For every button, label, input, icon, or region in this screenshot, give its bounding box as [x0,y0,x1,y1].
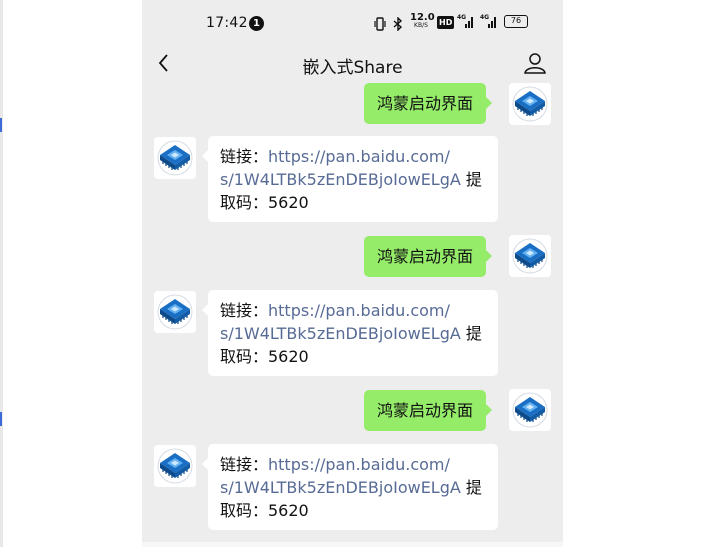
battery-icon: 76 [504,15,528,28]
chip-icon [154,445,196,487]
signal-icon: 4G [457,14,475,34]
status-time: 17:42 [206,15,248,31]
person-icon[interactable] [523,51,547,75]
share-link[interactable]: s/1W4LTBk5zEnDEBjoIowELgA [220,478,461,497]
code-prefix: 提 [460,170,482,189]
chip-icon [154,291,196,333]
chip-icon [154,137,196,179]
link-prefix: 链接： [220,301,269,320]
status-bar: 17:42 1 12.0 KB/S HD 4G 4G 76 [142,0,563,46]
incoming-bubble[interactable]: 链接：https://pan.baidu.com/ s/1W4LTBk5zEnD… [202,136,498,222]
network-speed-unit: KB/S [414,22,428,29]
outgoing-bubble[interactable]: 鸿蒙启动界面 [364,236,493,277]
chat-header: 嵌入式Share [142,46,563,84]
signal-icon: 4G [480,14,498,34]
notification-badge: 1 [249,16,264,31]
outgoing-bubble[interactable]: 鸿蒙启动界面 [364,390,493,431]
input-bar-edge [142,542,563,547]
left-edge-strip [0,0,3,547]
network-speed-value: 12.0 [410,12,435,23]
edge-marker [0,118,2,132]
bluetooth-icon [393,16,403,35]
share-link[interactable]: s/1W4LTBk5zEnDEBjoIowELgA [220,170,461,189]
link-prefix: 链接： [220,147,269,166]
incoming-bubble[interactable]: 链接：https://pan.baidu.com/ s/1W4LTBk5zEnD… [202,444,498,530]
signal-1-label: 4G [457,14,467,21]
edge-marker [0,412,2,426]
share-link[interactable]: s/1W4LTBk5zEnDEBjoIowELgA [220,324,461,343]
chip-icon [509,389,551,431]
share-link[interactable]: https://pan.baidu.com/ [268,455,450,474]
link-prefix: 链接： [220,455,269,474]
avatar[interactable] [509,389,551,431]
network-speed: 12.0 KB/S [410,12,435,30]
incoming-bubble[interactable]: 链接：https://pan.baidu.com/ s/1W4LTBk5zEnD… [202,290,498,376]
extraction-code: 取码：5620 [220,501,309,520]
extraction-code: 取码：5620 [220,193,309,212]
chat-title: 嵌入式Share [302,58,403,78]
hd-icon: HD [437,16,455,29]
code-prefix: 提 [460,324,482,343]
chip-icon [509,235,551,277]
avatar[interactable] [154,445,196,487]
avatar[interactable] [509,235,551,277]
signal-2-label: 4G [480,14,490,21]
avatar[interactable] [154,137,196,179]
outgoing-bubble[interactable]: 鸿蒙启动界面 [364,83,493,124]
share-link[interactable]: https://pan.baidu.com/ [268,147,450,166]
extraction-code: 取码：5620 [220,347,309,366]
code-prefix: 提 [460,478,482,497]
chip-icon [509,83,551,125]
avatar[interactable] [509,83,551,125]
phone-screen: 17:42 1 12.0 KB/S HD 4G 4G 76 嵌入式Share 鸿… [142,0,563,547]
share-link[interactable]: https://pan.baidu.com/ [268,301,450,320]
avatar[interactable] [154,291,196,333]
vibrate-icon [374,16,386,35]
